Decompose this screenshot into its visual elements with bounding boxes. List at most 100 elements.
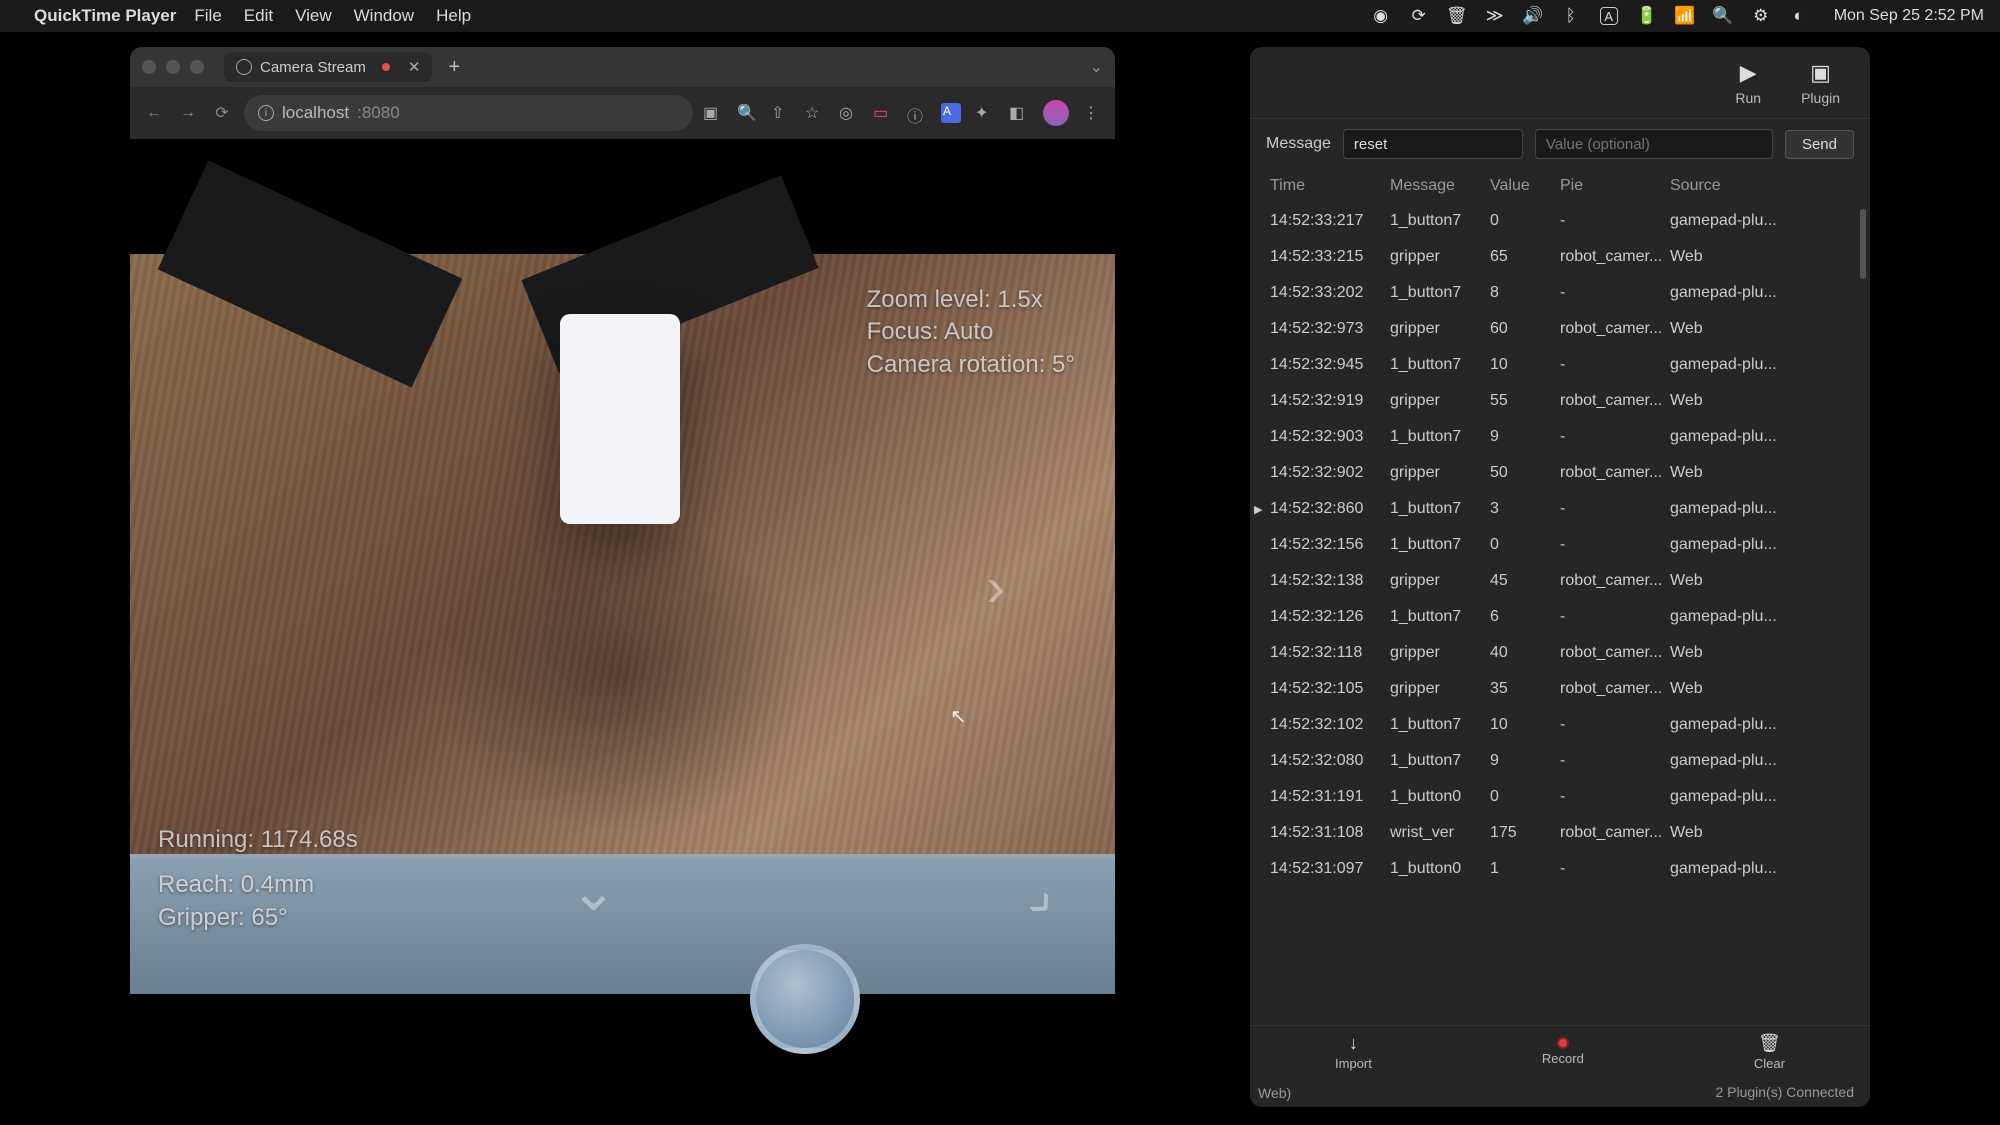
translate-icon[interactable]: A — [941, 103, 961, 123]
table-row[interactable]: 14:52:32:8601_button73-gamepad-plu... — [1250, 491, 1870, 527]
cell-time: 14:52:32:973 — [1270, 320, 1390, 338]
table-row[interactable]: 14:52:32:973gripper60robot_camer...Web — [1250, 311, 1870, 347]
menu-file[interactable]: File — [194, 6, 221, 26]
col-value[interactable]: Value — [1490, 177, 1560, 195]
clear-button[interactable]: 🗑 Clear — [1754, 1033, 1785, 1071]
table-row[interactable]: 14:52:33:2021_button78-gamepad-plu... — [1250, 275, 1870, 311]
menu-window[interactable]: Window — [354, 6, 414, 26]
profile-avatar[interactable] — [1043, 100, 1069, 126]
menu-help[interactable]: Help — [436, 6, 471, 26]
input-icon[interactable]: A — [1600, 7, 1618, 25]
message-input[interactable] — [1343, 129, 1523, 159]
siri-icon[interactable]: ◐ — [1790, 7, 1808, 25]
tabs-dropdown-icon[interactable]: ⌄ — [1090, 57, 1103, 77]
cell-pie: robot_camer... — [1560, 680, 1670, 698]
import-button[interactable]: ↓ Import — [1335, 1033, 1372, 1071]
site-info-icon[interactable]: i — [258, 105, 274, 121]
table-row[interactable]: 14:52:31:108wrist_ver175robot_camer...We… — [1250, 815, 1870, 851]
value-input[interactable] — [1535, 129, 1773, 159]
zoom-icon[interactable]: 🔍 — [737, 103, 757, 123]
tab-recording-icon — [382, 63, 390, 71]
cell-value: 10 — [1490, 716, 1560, 734]
ext1-icon[interactable]: ◎ — [839, 103, 859, 123]
menubar-clock[interactable]: Mon Sep 25 2:52 PM — [1834, 7, 1984, 25]
arrow-right-icon[interactable]: › — [986, 554, 1005, 619]
table-row[interactable]: 14:52:32:9451_button710-gamepad-plu... — [1250, 347, 1870, 383]
record-label: Record — [1542, 1051, 1584, 1066]
record-button[interactable]: Record — [1542, 1037, 1584, 1066]
new-tab-button[interactable]: + — [448, 56, 460, 79]
share-icon[interactable]: ⇧ — [771, 103, 791, 123]
run-button[interactable]: ▶ Run — [1735, 60, 1761, 106]
bookmark-icon[interactable]: ☆ — [805, 103, 825, 123]
volume-icon[interactable]: 🔊 — [1524, 7, 1542, 25]
wifi-icon[interactable]: 📶 — [1676, 7, 1694, 25]
control-center-icon[interactable]: ⚙ — [1752, 7, 1770, 25]
cell-value: 9 — [1490, 752, 1560, 770]
cell-message: 1_button7 — [1390, 500, 1490, 518]
window-minimize-button[interactable] — [166, 60, 180, 74]
menu-view[interactable]: View — [295, 6, 332, 26]
window-zoom-button[interactable] — [190, 60, 204, 74]
table-row[interactable]: 14:52:32:1021_button710-gamepad-plu... — [1250, 707, 1870, 743]
arrow-down-icon[interactable]: ⌄ — [570, 858, 617, 924]
cell-message: 1_button7 — [1390, 608, 1490, 626]
trash-icon[interactable]: 🗑 — [1448, 7, 1466, 25]
app-name[interactable]: QuickTime Player — [34, 6, 176, 26]
col-pie[interactable]: Pie — [1560, 177, 1670, 195]
table-row[interactable]: 14:52:31:1911_button00-gamepad-plu... — [1250, 779, 1870, 815]
overlay-top-right: Zoom level: 1.5x Focus: Auto Camera rota… — [867, 284, 1075, 381]
cell-pie: - — [1560, 500, 1670, 518]
browser-tab[interactable]: Camera Stream ✕ — [224, 52, 432, 82]
col-message[interactable]: Message — [1390, 177, 1490, 195]
extensions-icon[interactable]: ✦ — [975, 103, 995, 123]
record-icon[interactable]: ◉ — [1372, 7, 1390, 25]
col-source[interactable]: Source — [1670, 177, 1790, 195]
fastforward-icon[interactable]: ≫ — [1486, 7, 1504, 25]
cell-time: 14:52:32:126 — [1270, 608, 1390, 626]
reload-button[interactable]: ⟳ — [210, 101, 234, 125]
bluetooth-icon[interactable]: ᛒ — [1562, 7, 1580, 25]
table-row[interactable]: 14:52:32:0801_button79-gamepad-plu... — [1250, 743, 1870, 779]
cell-source: Web — [1670, 320, 1790, 338]
sync-icon[interactable]: ⟳ — [1410, 7, 1428, 25]
window-close-button[interactable] — [142, 60, 156, 74]
table-row[interactable]: 14:52:32:105gripper35robot_camer...Web — [1250, 671, 1870, 707]
menu-icon[interactable]: ⋮ — [1083, 103, 1103, 123]
table-row[interactable]: 14:52:32:1261_button76-gamepad-plu... — [1250, 599, 1870, 635]
plugin-button[interactable]: ▣ Plugin — [1801, 60, 1840, 106]
cell-message: 1_button7 — [1390, 428, 1490, 446]
cell-time: 14:52:32:102 — [1270, 716, 1390, 734]
table-row[interactable]: 14:52:32:919gripper55robot_camer...Web — [1250, 383, 1870, 419]
menu-edit[interactable]: Edit — [244, 6, 273, 26]
table-row[interactable]: 14:52:32:118gripper40robot_camer...Web — [1250, 635, 1870, 671]
cell-message: 1_button7 — [1390, 212, 1490, 230]
table-row[interactable]: 14:52:31:0971_button01-gamepad-plu... — [1250, 851, 1870, 887]
table-row[interactable]: 14:52:33:215gripper65robot_camer...Web — [1250, 239, 1870, 275]
cell-message: 1_button7 — [1390, 536, 1490, 554]
sidepanel-icon[interactable]: ◧ — [1009, 103, 1029, 123]
cell-time: 14:52:32:118 — [1270, 644, 1390, 662]
table-row[interactable]: 14:52:32:1561_button70-gamepad-plu... — [1250, 527, 1870, 563]
back-button[interactable]: ← — [142, 101, 166, 125]
scrollbar[interactable] — [1860, 209, 1866, 279]
cell-pie: - — [1560, 356, 1670, 374]
ext2-icon[interactable]: ▭ — [873, 103, 893, 123]
url-field[interactable]: i localhost:8080 — [244, 95, 693, 131]
table-row[interactable]: 14:52:33:2171_button70-gamepad-plu... — [1250, 203, 1870, 239]
send-button[interactable]: Send — [1785, 130, 1854, 159]
table-row[interactable]: 14:52:32:9031_button79-gamepad-plu... — [1250, 419, 1870, 455]
info-icon[interactable]: ⓘ — [907, 103, 927, 123]
table-row[interactable]: 14:52:32:902gripper50robot_camer...Web — [1250, 455, 1870, 491]
globe-icon — [236, 59, 252, 75]
cell-message: gripper — [1390, 392, 1490, 410]
table-body[interactable]: 14:52:33:2171_button70-gamepad-plu...14:… — [1250, 203, 1870, 887]
forward-button[interactable]: → — [176, 101, 200, 125]
col-time[interactable]: Time — [1270, 177, 1390, 195]
search-icon[interactable]: 🔍 — [1714, 7, 1732, 25]
table-row[interactable]: 14:52:32:138gripper45robot_camer...Web — [1250, 563, 1870, 599]
cell-pie: - — [1560, 284, 1670, 302]
battery-icon[interactable]: 🔋 — [1638, 7, 1656, 25]
camera-icon[interactable]: ▣ — [703, 103, 723, 123]
tab-close-button[interactable]: ✕ — [408, 58, 421, 76]
